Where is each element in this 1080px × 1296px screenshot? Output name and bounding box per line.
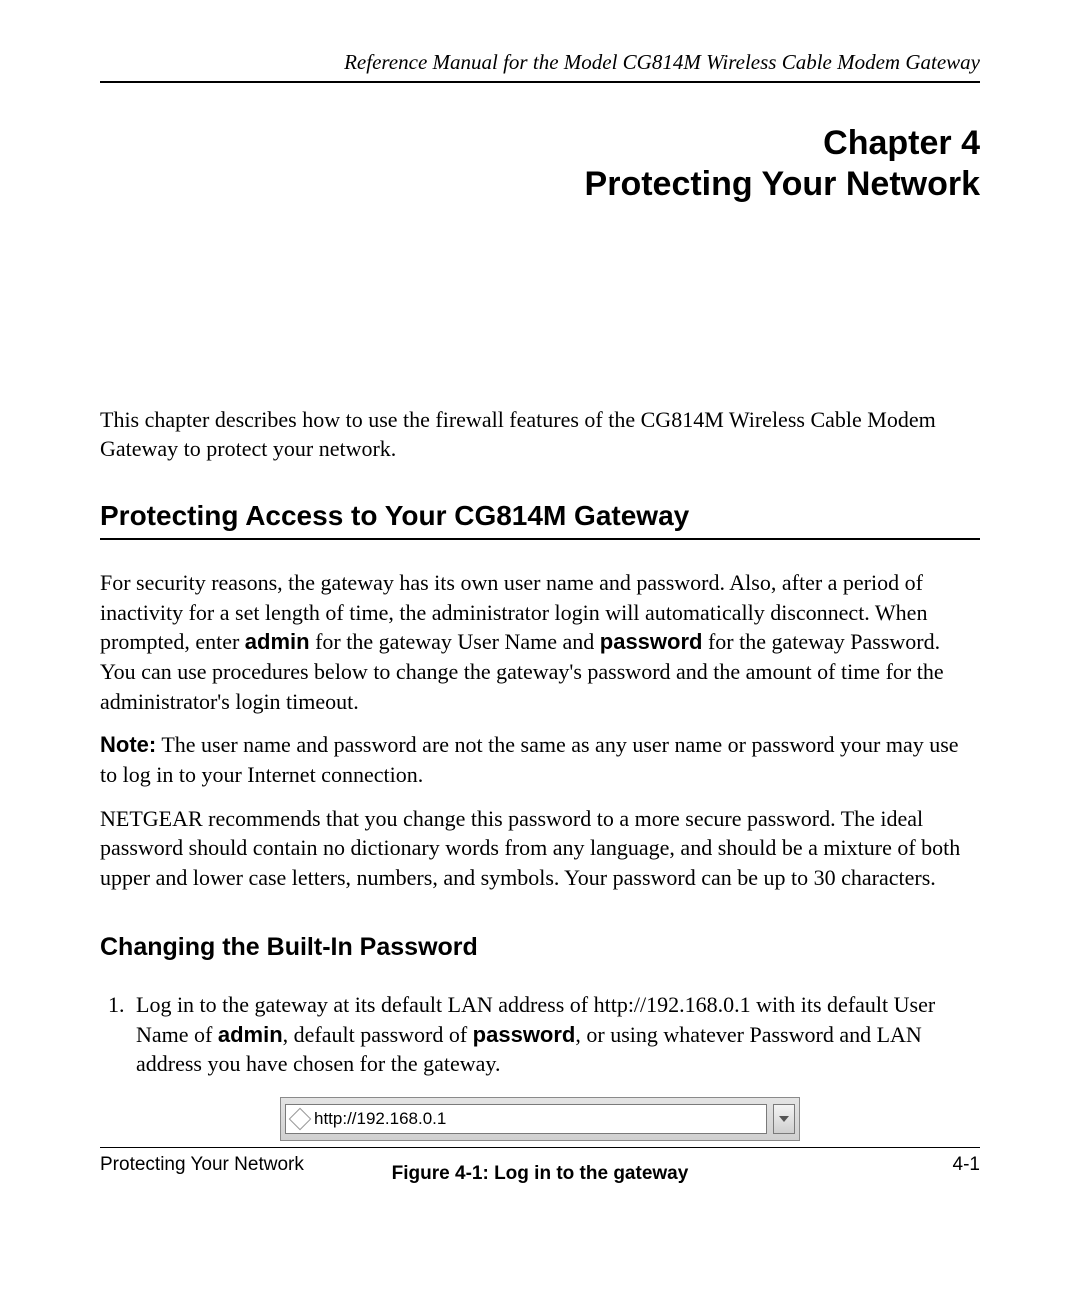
address-input[interactable]: http://192.168.0.1 — [285, 1104, 767, 1134]
document-page: Reference Manual for the Model CG814M Wi… — [0, 0, 1080, 1296]
paragraph-note: Note: The user name and password are not… — [100, 730, 980, 789]
intro-paragraph: This chapter describes how to use the fi… — [100, 405, 980, 464]
address-bar[interactable]: http://192.168.0.1 — [280, 1097, 800, 1141]
section-heading-change-password: Changing the Built-In Password — [100, 933, 980, 962]
dropdown-button[interactable] — [773, 1104, 795, 1134]
footer-right: 4-1 — [953, 1154, 980, 1176]
footer-left: Protecting Your Network — [100, 1154, 304, 1176]
note-text: The user name and password are not the s… — [100, 732, 959, 787]
bold-password: password — [600, 629, 703, 654]
page-footer: Protecting Your Network 4-1 — [100, 1147, 980, 1176]
bold-admin: admin — [245, 629, 310, 654]
bold-admin: admin — [218, 1022, 283, 1047]
chapter-heading: Chapter 4 Protecting Your Network — [100, 123, 980, 205]
text: , default password of — [283, 1022, 473, 1047]
chapter-number: Chapter 4 — [100, 123, 980, 164]
chapter-title: Protecting Your Network — [100, 164, 980, 205]
paragraph-access-intro: For security reasons, the gateway has it… — [100, 568, 980, 716]
list-item: Log in to the gateway at its default LAN… — [130, 990, 980, 1079]
note-label: Note: — [100, 732, 156, 757]
step-list: Log in to the gateway at its default LAN… — [100, 990, 980, 1079]
section-heading-access: Protecting Access to Your CG814M Gateway — [100, 500, 980, 540]
chevron-down-icon — [779, 1116, 789, 1122]
address-text: http://192.168.0.1 — [314, 1109, 446, 1129]
text: for the gateway User Name and — [310, 629, 600, 654]
figure-address-bar: http://192.168.0.1 — [100, 1097, 980, 1141]
paragraph-recommendation: NETGEAR recommends that you change this … — [100, 804, 980, 893]
running-header: Reference Manual for the Model CG814M Wi… — [100, 50, 980, 83]
page-icon — [289, 1108, 312, 1131]
bold-password: password — [473, 1022, 576, 1047]
